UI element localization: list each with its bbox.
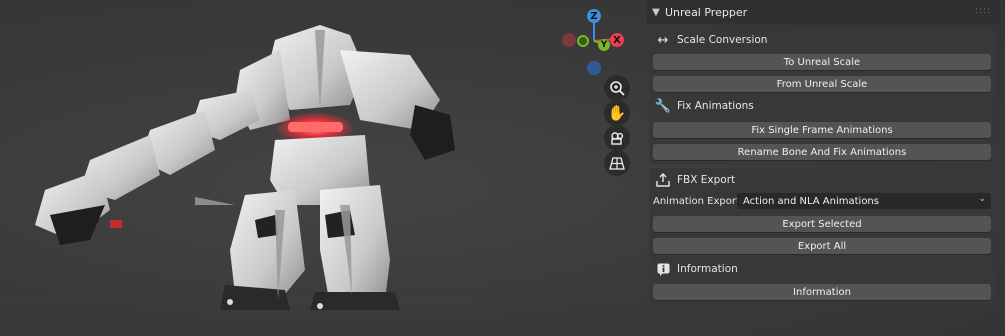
information-button[interactable]: Information [653, 284, 991, 300]
fbx-export-section: FBX Export Animation Export: Action and … [649, 168, 995, 260]
drag-handle-icon[interactable]: :::: [975, 6, 991, 16]
chevron-down-icon: ⌄ [978, 194, 986, 204]
arrows-horizontal-icon: ↔ [657, 32, 669, 48]
fix-animations-header: 🔧 Fix Animations [655, 96, 754, 116]
information-title: Information [677, 263, 738, 275]
scale-conversion-section: ↔ Scale Conversion To Unreal Scale From … [649, 28, 995, 98]
fix-animations-section: 🔧 Fix Animations Fix Single Frame Animat… [649, 96, 995, 164]
chevron-down-icon[interactable]: ▼ [647, 7, 665, 18]
panel-title: Unreal Prepper [665, 5, 748, 19]
fbx-export-header: FBX Export [655, 170, 735, 190]
animation-export-dropdown[interactable]: Action and NLA Animations ⌄ [737, 193, 991, 209]
grid-icon[interactable] [604, 150, 630, 176]
from-unreal-scale-button[interactable]: From Unreal Scale [653, 76, 991, 92]
hand-icon[interactable]: ✋ [604, 100, 630, 126]
information-section: Information Information [649, 258, 995, 304]
camera-icon[interactable] [604, 125, 630, 151]
export-all-button[interactable]: Export All [653, 238, 991, 254]
unreal-prepper-panel: ▼ Unreal Prepper :::: ↔ Scale Conversion… [647, 0, 999, 336]
robot-model[interactable] [20, 10, 480, 310]
fix-animations-title: Fix Animations [677, 100, 754, 112]
fbx-export-title: FBX Export [677, 174, 736, 186]
gizmo-neg-z-axis[interactable] [587, 61, 601, 75]
zoom-icon[interactable] [604, 75, 630, 101]
rename-bone-and-fix-animations-button[interactable]: Rename Bone And Fix Animations [653, 144, 991, 160]
gizmo-x-axis[interactable]: X [610, 33, 624, 47]
gizmo-neg-y-axis[interactable] [577, 35, 589, 47]
info-icon [655, 261, 671, 277]
to-unreal-scale-button[interactable]: To Unreal Scale [653, 54, 991, 70]
information-header: Information [655, 259, 738, 279]
gizmo-y-axis[interactable]: Y [598, 39, 610, 51]
fix-single-frame-animations-button[interactable]: Fix Single Frame Animations [653, 122, 991, 138]
scale-conversion-header: ↔ Scale Conversion [655, 30, 768, 50]
gizmo-z-axis[interactable]: Z [587, 9, 601, 23]
export-icon [655, 172, 671, 188]
animation-export-label: Animation Export: [653, 195, 744, 207]
scale-conversion-title: Scale Conversion [677, 34, 768, 46]
gizmo-neg-x-axis[interactable] [562, 33, 576, 47]
navigation-gizmo[interactable]: Z X Y [560, 6, 630, 76]
export-selected-button[interactable]: Export Selected [653, 216, 991, 232]
panel-header[interactable]: ▼ Unreal Prepper :::: [647, 0, 999, 24]
animation-export-value: Action and NLA Animations [743, 195, 879, 207]
wrench-icon: 🔧 [654, 98, 672, 114]
